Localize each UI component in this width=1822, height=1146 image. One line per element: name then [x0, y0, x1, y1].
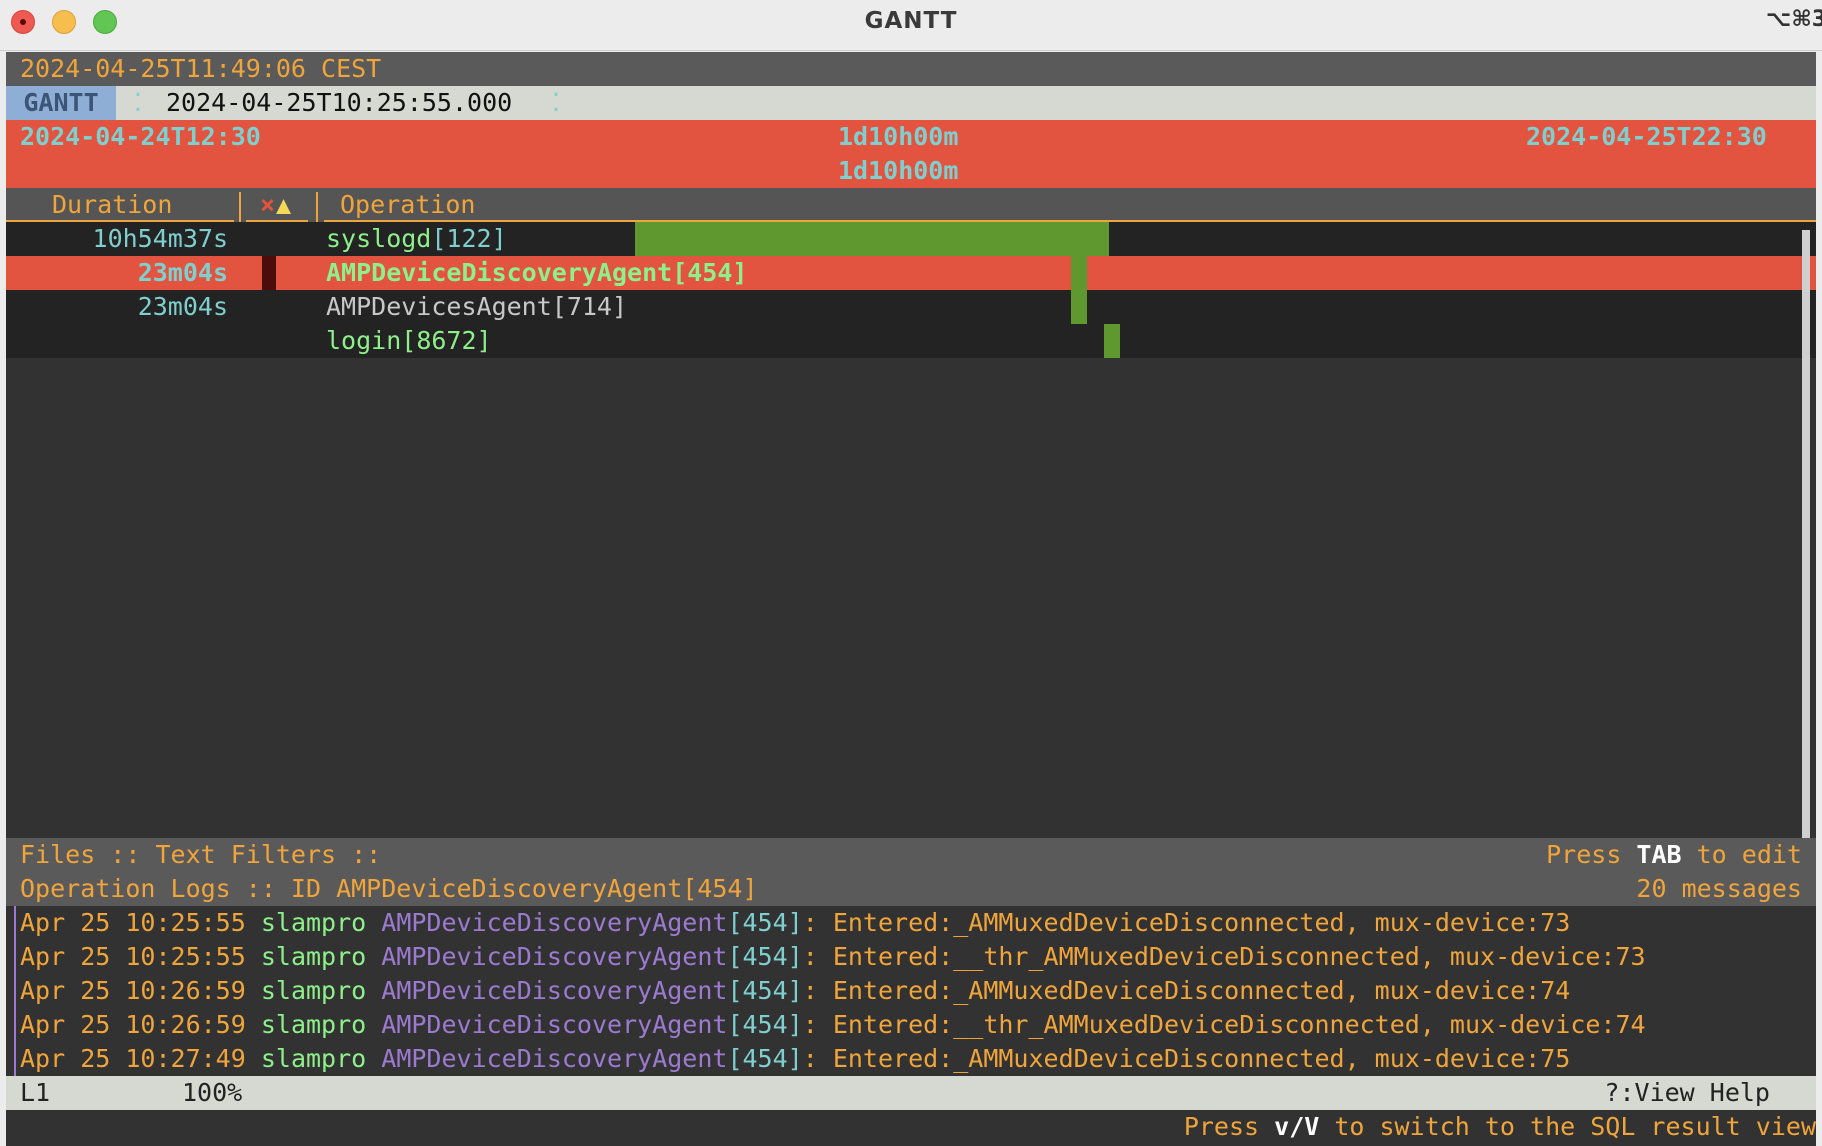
breadcrumb[interactable]: GANTT ⁚ 2024-04-25T10:25:55.000 ⁚: [6, 86, 1816, 120]
breadcrumb-separator-end: ⁚: [552, 88, 560, 117]
error-column-icon: ×: [260, 190, 276, 219]
log-line-marker: [14, 940, 16, 974]
error-indicator: [262, 256, 276, 290]
status-percent: 100%: [182, 1078, 243, 1107]
column-separator: [239, 192, 241, 222]
log-line-marker: [14, 974, 16, 1008]
tab-edit-hint: Press TAB to edit: [1546, 840, 1802, 869]
current-time: 2024-04-25T11:49:06 CEST: [20, 54, 382, 83]
operation-duration: 23m04s: [137, 258, 228, 287]
gantt-bar: [1071, 290, 1087, 324]
footer-hint: Press v/V to switch to the SQL result vi…: [6, 1110, 1816, 1144]
time-range-header: 2024-04-24T12:30 1d10h00m 2024-04-25T22:…: [6, 120, 1816, 154]
operation-name: AMPDevicesAgent[714]: [326, 292, 628, 321]
column-header-row: Duration × ▲ Operation: [6, 188, 1816, 223]
terminal-window: GANTT ⌥⌘3 2024-04-25T11:49:06 CEST GANTT…: [0, 0, 1822, 1146]
vertical-scrollbar[interactable]: [1802, 230, 1810, 890]
operation-row-selected[interactable]: 23m04s AMPDeviceDiscoveryAgent[454]: [6, 256, 1816, 291]
status-bar: L1 100% ?:View Help: [6, 1076, 1816, 1110]
gantt-bar: [1103, 324, 1120, 358]
gantt-bar: [1071, 256, 1087, 290]
column-operation[interactable]: Operation: [340, 188, 475, 222]
clock-bar: 2024-04-25T11:49:06 CEST: [6, 52, 1816, 86]
log-line-marker: [14, 1042, 16, 1076]
log-line-text: Apr 25 10:25:55 slampro AMPDeviceDiscove…: [20, 908, 1571, 937]
log-line-marker: [14, 906, 16, 940]
files-filters-label[interactable]: Files :: Text Filters ::: [20, 838, 381, 872]
range-start: 2024-04-24T12:30: [20, 122, 261, 151]
log-line[interactable]: Apr 25 10:25:55 slampro AMPDeviceDiscove…: [6, 906, 1816, 940]
log-line-text: Apr 25 10:27:49 slampro AMPDeviceDiscove…: [20, 1044, 1571, 1073]
breadcrumb-view-gantt[interactable]: GANTT: [6, 86, 116, 120]
view-help-hint[interactable]: ?:View Help: [1604, 1076, 1770, 1110]
operation-duration: 23m04s: [137, 292, 228, 321]
window-shortcut-label: ⌥⌘3: [1766, 7, 1822, 32]
operation-logs-header: Operation Logs :: ID AMPDeviceDiscoveryA…: [6, 872, 1816, 906]
visible-range-header: 1d10h00m: [6, 154, 1816, 188]
window-title: GANTT: [864, 8, 958, 34]
operation-name: syslogd[122]: [326, 224, 507, 253]
message-count: 20 messages: [1636, 874, 1802, 903]
column-duration[interactable]: Duration: [52, 188, 172, 222]
operation-row[interactable]: 10h54m37s syslogd[122]: [6, 222, 1816, 256]
log-line-marker: [14, 1008, 16, 1042]
log-line-text: Apr 25 10:26:59 slampro AMPDeviceDiscove…: [20, 976, 1571, 1005]
operation-name: AMPDeviceDiscoveryAgent[454]: [326, 258, 748, 287]
range-end: 2024-04-25T22:30: [1526, 122, 1767, 151]
warning-column-icon: ▲: [276, 190, 292, 219]
log-line[interactable]: Apr 25 10:26:59 slampro AMPDeviceDiscove…: [6, 974, 1816, 1008]
operation-row[interactable]: login[8672]: [6, 324, 1816, 358]
lnav-terminal[interactable]: 2024-04-25T11:49:06 CEST GANTT ⁚ 2024-04…: [6, 52, 1816, 1146]
column-separator: [316, 192, 318, 222]
operation-duration: 10h54m37s: [92, 224, 228, 253]
operation-logs-title: Operation Logs :: ID AMPDeviceDiscoveryA…: [20, 874, 758, 903]
files-filters-bar[interactable]: Files :: Text Filters :: Press TAB to ed…: [6, 838, 1816, 872]
operation-row[interactable]: 23m04s AMPDevicesAgent[714]: [6, 290, 1816, 324]
log-line-text: Apr 25 10:26:59 slampro AMPDeviceDiscove…: [20, 1010, 1646, 1039]
operation-name: login[8672]: [326, 326, 492, 355]
breadcrumb-separator: ⁚: [134, 88, 142, 117]
title-bar: GANTT ⌥⌘3: [0, 0, 1822, 51]
gantt-bar: [635, 222, 1109, 256]
breadcrumb-position[interactable]: 2024-04-25T10:25:55.000: [166, 86, 512, 120]
log-line[interactable]: Apr 25 10:27:49 slampro AMPDeviceDiscove…: [6, 1042, 1816, 1076]
log-line[interactable]: Apr 25 10:26:59 slampro AMPDeviceDiscove…: [6, 1008, 1816, 1042]
sql-view-hint: Press v/V to switch to the SQL result vi…: [1183, 1112, 1816, 1141]
status-line-number: L1: [20, 1078, 51, 1107]
visible-span: 1d10h00m: [838, 156, 959, 185]
log-line-text: Apr 25 10:25:55 slampro AMPDeviceDiscove…: [20, 942, 1646, 971]
log-line[interactable]: Apr 25 10:25:55 slampro AMPDeviceDiscove…: [6, 940, 1816, 974]
range-span: 1d10h00m: [838, 122, 959, 151]
